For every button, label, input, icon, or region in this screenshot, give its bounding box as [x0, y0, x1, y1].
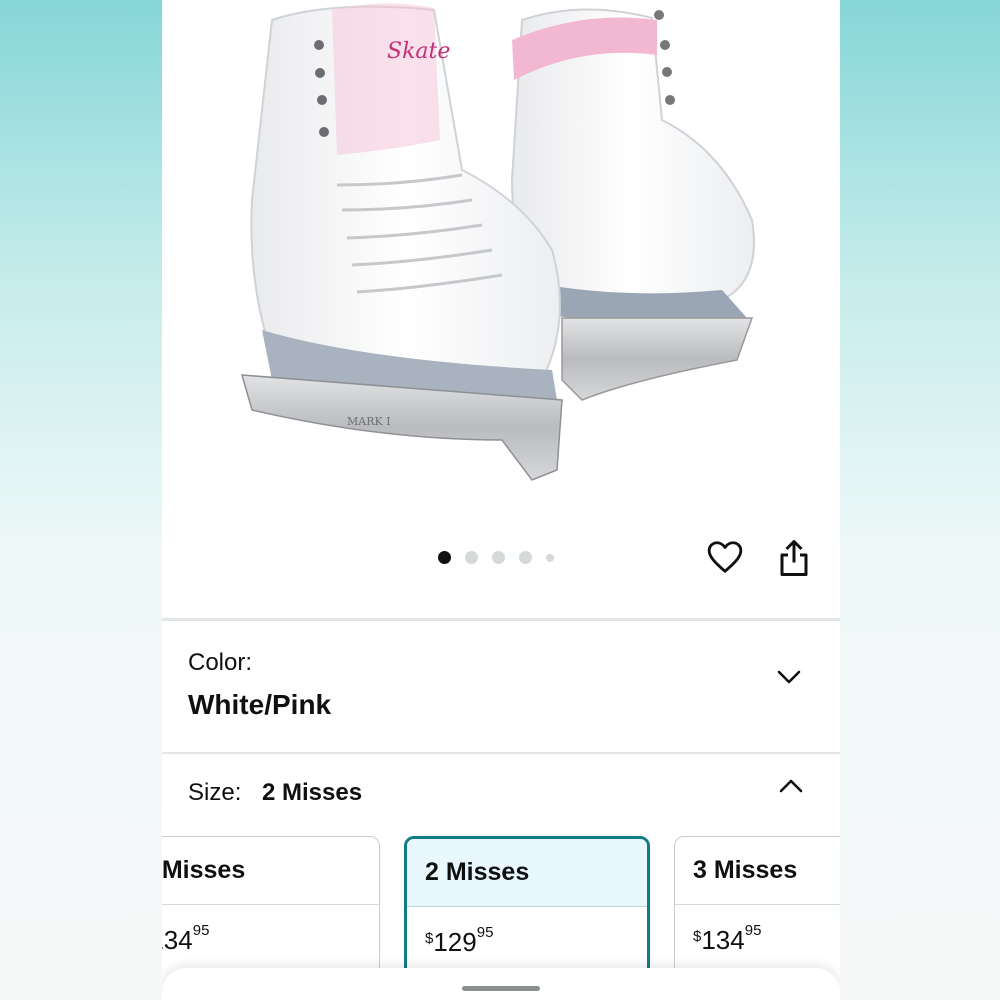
carousel-dot[interactable]: [438, 551, 451, 564]
product-image[interactable]: Skate MARK I: [162, 0, 840, 520]
background-left: [0, 0, 162, 1000]
size-option-price: $13495: [162, 922, 210, 955]
color-label: Color:: [188, 649, 253, 676]
size-option-name: 2 Misses: [425, 858, 530, 886]
heart-icon[interactable]: [706, 538, 744, 576]
sheet-drag-handle[interactable]: [462, 986, 540, 991]
size-option-name: 1 Misses: [162, 856, 246, 884]
size-label: Size:: [188, 779, 242, 806]
carousel-dot[interactable]: [519, 551, 532, 564]
size-option-price: $12995: [425, 924, 494, 957]
color-selector[interactable]: Color: White/Pink: [162, 621, 840, 753]
carousel-dot[interactable]: [546, 553, 554, 562]
size-option-name: 3 Misses: [693, 856, 798, 884]
svg-text:MARK I: MARK I: [347, 415, 391, 428]
size-selector[interactable]: Size: 2 Misses: [162, 754, 840, 834]
size-option-price: $13495: [693, 922, 762, 955]
share-icon[interactable]: [776, 538, 812, 578]
color-value: White/Pink: [188, 689, 332, 720]
bottom-sheet[interactable]: [162, 968, 840, 1000]
chevron-up-icon[interactable]: [776, 774, 806, 798]
carousel-dot[interactable]: [465, 551, 478, 564]
background-right: [840, 0, 1000, 1000]
svg-text:Skate: Skate: [387, 39, 450, 64]
image-carousel-dots[interactable]: [438, 551, 554, 564]
app-screen: Skate MARK I Color: White/Pink Size: 2 M…: [162, 0, 840, 1000]
chevron-down-icon[interactable]: [774, 665, 804, 689]
size-value: 2 Misses: [262, 779, 363, 806]
carousel-dot[interactable]: [492, 551, 505, 564]
